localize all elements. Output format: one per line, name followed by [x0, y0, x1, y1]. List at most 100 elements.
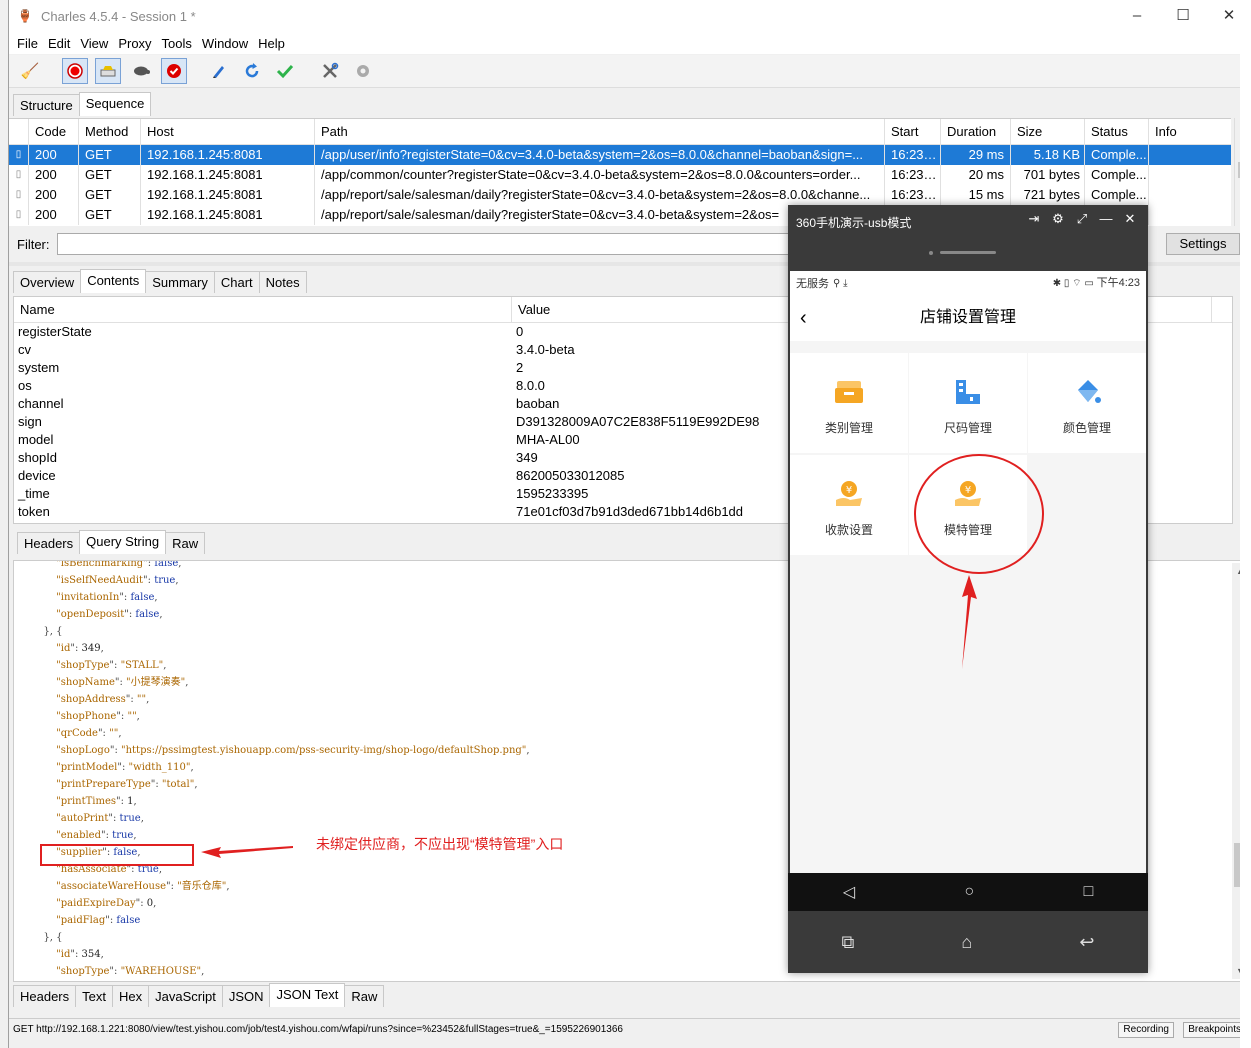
col-info[interactable]: Info	[1149, 119, 1225, 144]
json-line: "id": 354,	[56, 949, 104, 960]
broom-icon[interactable]: 🧹	[17, 58, 43, 84]
nav-home-icon[interactable]: ○	[964, 883, 974, 901]
tab-overview[interactable]: Overview	[13, 271, 82, 293]
cell-start: 16:23:17	[885, 185, 941, 205]
tab-sequence[interactable]: Sequence	[78, 92, 152, 116]
col-status[interactable]: Status	[1085, 119, 1149, 144]
settings-button[interactable]: Settings	[1166, 233, 1240, 255]
filter-label: Filter:	[17, 236, 50, 252]
recording-button[interactable]: Recording	[1118, 1022, 1174, 1038]
cell-size: 5.18 KB	[1011, 145, 1085, 165]
col-start[interactable]: Start	[885, 119, 941, 144]
status-icons: ✱ ▯ ⌔ ▭	[1052, 278, 1097, 289]
turtle-icon[interactable]	[128, 58, 154, 84]
table-row[interactable]: ▯ 200 GET 192.168.1.245:8081 /app/user/i…	[9, 145, 1231, 165]
menu-tools[interactable]: Tools	[162, 36, 192, 51]
menu-view[interactable]: View	[80, 36, 108, 51]
cell-code: 200	[29, 205, 79, 225]
minimize-icon[interactable]: —	[1094, 211, 1118, 227]
back-chevron-icon[interactable]: ‹	[800, 295, 807, 341]
tab-notes[interactable]: Notes	[258, 271, 307, 293]
col-name[interactable]: Name	[14, 297, 512, 322]
col-method[interactable]: Method	[79, 119, 141, 144]
param-name: token	[18, 504, 50, 519]
cell-info	[1149, 205, 1225, 225]
tab-text[interactable]: Text	[75, 985, 113, 1007]
close-icon[interactable]: ✕	[1118, 211, 1142, 227]
menu-window[interactable]: Window	[202, 36, 248, 51]
toolbar: 🧹	[9, 55, 1251, 88]
highlight-circle	[914, 454, 1044, 574]
phone-window-title: 360手机演示-usb模式	[796, 215, 912, 230]
drag-handle[interactable]	[788, 239, 1148, 269]
json-line: "paidExpireDay": 0,	[56, 898, 157, 909]
col-duration[interactable]: Duration	[941, 119, 1011, 144]
param-name: cv	[18, 342, 31, 357]
menu-proxy[interactable]: Proxy	[118, 36, 151, 51]
tab-summary[interactable]: Summary	[145, 271, 215, 293]
return-arrow-icon[interactable]: ↩	[1079, 932, 1094, 953]
tab-headers[interactable]: Headers	[17, 532, 81, 554]
tab-query-string[interactable]: Query String	[79, 530, 167, 554]
cell-code: 200	[29, 185, 79, 205]
json-line: "openDeposit": false,	[56, 609, 163, 620]
tab-raw[interactable]: Raw	[165, 532, 206, 554]
cell-duration: 29 ms	[941, 145, 1011, 165]
json-line: }, {	[43, 626, 63, 637]
param-name: _time	[18, 486, 50, 501]
maximize-button[interactable]: ☐	[1160, 0, 1206, 32]
settings-gear-icon[interactable]	[350, 58, 376, 84]
tab-contents[interactable]: Contents	[80, 269, 147, 293]
col-path[interactable]: Path	[315, 119, 885, 144]
minimize-button[interactable]: –	[1114, 0, 1160, 32]
table-row[interactable]: ▯ 200 GET 192.168.1.245:8081 /app/common…	[9, 165, 1231, 185]
tab-json[interactable]: JSON	[221, 985, 271, 1007]
cell-path: /app/report/sale/salesman/daily?register…	[315, 185, 885, 205]
param-name: model	[18, 432, 54, 447]
throttle-icon[interactable]	[95, 58, 121, 84]
gear-icon[interactable]: ⚙	[1046, 211, 1070, 227]
nav-back-icon[interactable]: ◁	[843, 882, 855, 902]
phone-status-bar: 无服务 ⚲ ⤓ ✱ ▯ ⌔ ▭ 下午4:23	[790, 271, 1146, 295]
filter-input[interactable]	[57, 233, 797, 255]
tab-json-text[interactable]: JSON Text	[269, 983, 346, 1007]
fullscreen-icon[interactable]: ⤢	[1070, 211, 1094, 227]
nav-recents-icon[interactable]: □	[1084, 883, 1094, 901]
tab-headers[interactable]: Headers	[13, 985, 77, 1007]
grid-item-payment[interactable]: ¥ 收款设置	[790, 455, 908, 555]
tab-chart[interactable]: Chart	[213, 271, 260, 293]
tab-hex[interactable]: Hex	[111, 985, 150, 1007]
cast-icon[interactable]: ⇥	[1022, 211, 1046, 227]
breakpoints-icon[interactable]	[161, 58, 187, 84]
tab-raw[interactable]: Raw	[344, 985, 385, 1007]
menu-edit[interactable]: Edit	[48, 36, 70, 51]
json-line: "invitationIn": false,	[56, 592, 158, 603]
grid-item-category[interactable]: 类别管理	[790, 353, 908, 453]
json-line: "associateWareHouse": "音乐仓库",	[56, 881, 230, 892]
cell-path: /app/common/counter?registerState=0&cv=3…	[315, 165, 885, 185]
grid-item-color[interactable]: 颜色管理	[1028, 353, 1146, 453]
repeat-icon[interactable]	[239, 58, 265, 84]
compose-pen-icon[interactable]	[206, 58, 232, 84]
col-code[interactable]: Code	[29, 119, 79, 144]
phone-mirror-window: 360手机演示-usb模式 ⇥ ⚙ ⤢ — ✕ 无服务 ⚲ ⤓ ✱ ▯ ⌔ ▭ …	[788, 205, 1148, 973]
col-host[interactable]: Host	[141, 119, 315, 144]
tools-icon[interactable]	[317, 58, 343, 84]
menu-help[interactable]: Help	[258, 36, 285, 51]
recent-apps-icon[interactable]: ⧉	[842, 932, 855, 953]
json-line: "printPrepareType": "total",	[56, 779, 198, 790]
validate-check-icon[interactable]	[272, 58, 298, 84]
tab-structure[interactable]: Structure	[13, 94, 80, 116]
col-size[interactable]: Size	[1011, 119, 1085, 144]
breakpoints-button[interactable]: Breakpoints	[1183, 1022, 1246, 1038]
table-row[interactable]: ▯ 200 GET 192.168.1.245:8081 /app/report…	[9, 185, 1231, 205]
json-line: "shopName": "小提琴演奏",	[56, 677, 189, 688]
record-icon[interactable]	[62, 58, 88, 84]
request-file-icon: ▯	[9, 145, 29, 165]
menu-file[interactable]: File	[17, 36, 38, 51]
tab-javascript[interactable]: JavaScript	[148, 985, 223, 1007]
grid-label: 收款设置	[824, 523, 873, 537]
screen-title: 店铺设置管理	[919, 309, 1016, 326]
grid-item-size[interactable]: 尺码管理	[909, 353, 1027, 453]
home-house-icon[interactable]: ⌂	[961, 932, 972, 953]
